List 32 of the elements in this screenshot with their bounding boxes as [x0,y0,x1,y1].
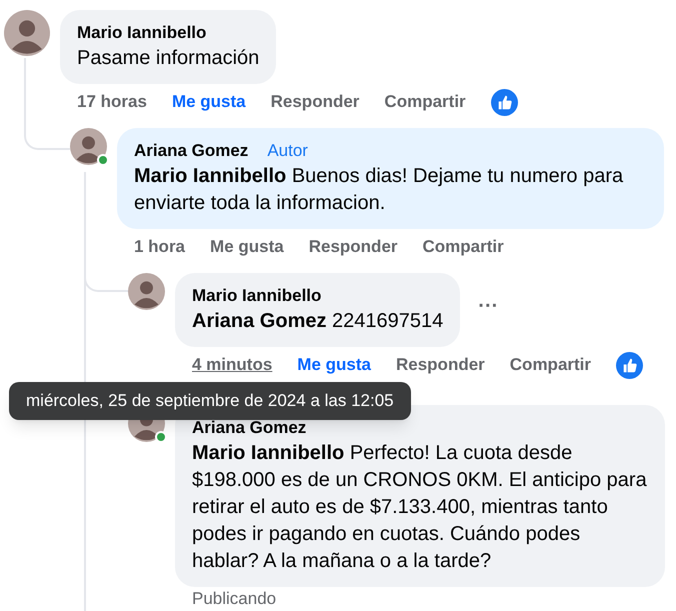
like-link[interactable]: Me gusta [297,352,371,378]
share-link[interactable]: Compartir [510,352,592,378]
comment-text: Mario Iannibello Buenos dias! Dejame tu numero para enviarte toda la informacion. [134,164,624,216]
mention-link[interactable]: Mario Iannibello [192,442,344,464]
author-name[interactable]: Mario Iannibello [192,285,322,307]
avatar[interactable] [70,128,107,165]
mention-link[interactable]: Ariana Gomez [192,310,326,332]
thumbs-up-icon[interactable] [616,352,644,378]
avatar[interactable] [4,10,50,56]
date-tooltip: miércoles, 25 de septiembre de 2024 a las 12:05 [9,382,411,420]
reply-link[interactable]: Responder [270,89,360,115]
more-options-button[interactable]: ··· [478,296,498,324]
share-link[interactable]: Compartir [422,234,504,260]
author-name[interactable]: Ariana Gomez [192,417,306,439]
share-link[interactable]: Compartir [384,89,466,115]
comment-text: Ariana Gomez 2241697514 [192,309,444,334]
mention-link[interactable]: Mario Iannibello [134,165,286,187]
timestamp-link[interactable]: 1 hora [134,234,186,260]
posting-status: Publicando [191,589,278,609]
author-name[interactable]: Ariana Gomez [134,140,248,162]
like-link[interactable]: Me gusta [172,89,246,115]
reply-link[interactable]: Responder [396,352,485,378]
reply-link[interactable]: Responder [308,234,398,260]
comment-text: Mario Iannibello Perfecto! La cuota desde $198.000 es de un CRONOS 0KM. El anticipo para retirar el auto es de $7.133.400, mientras tanto podes ir pagando en cuotas. Cuándo podes hablar? A la mañana o a la tarde? [192,441,648,574]
timestamp-link[interactable]: 17 horas [77,89,147,115]
thumbs-up-icon[interactable] [490,88,518,116]
like-link[interactable]: Me gusta [210,234,284,260]
author-label: Autor [267,140,308,162]
avatar[interactable] [128,273,165,310]
comment-text: Pasame información [77,46,260,71]
author-name[interactable]: Mario Iannibello [77,22,206,44]
timestamp-link[interactable]: 4 minutos [192,352,272,378]
